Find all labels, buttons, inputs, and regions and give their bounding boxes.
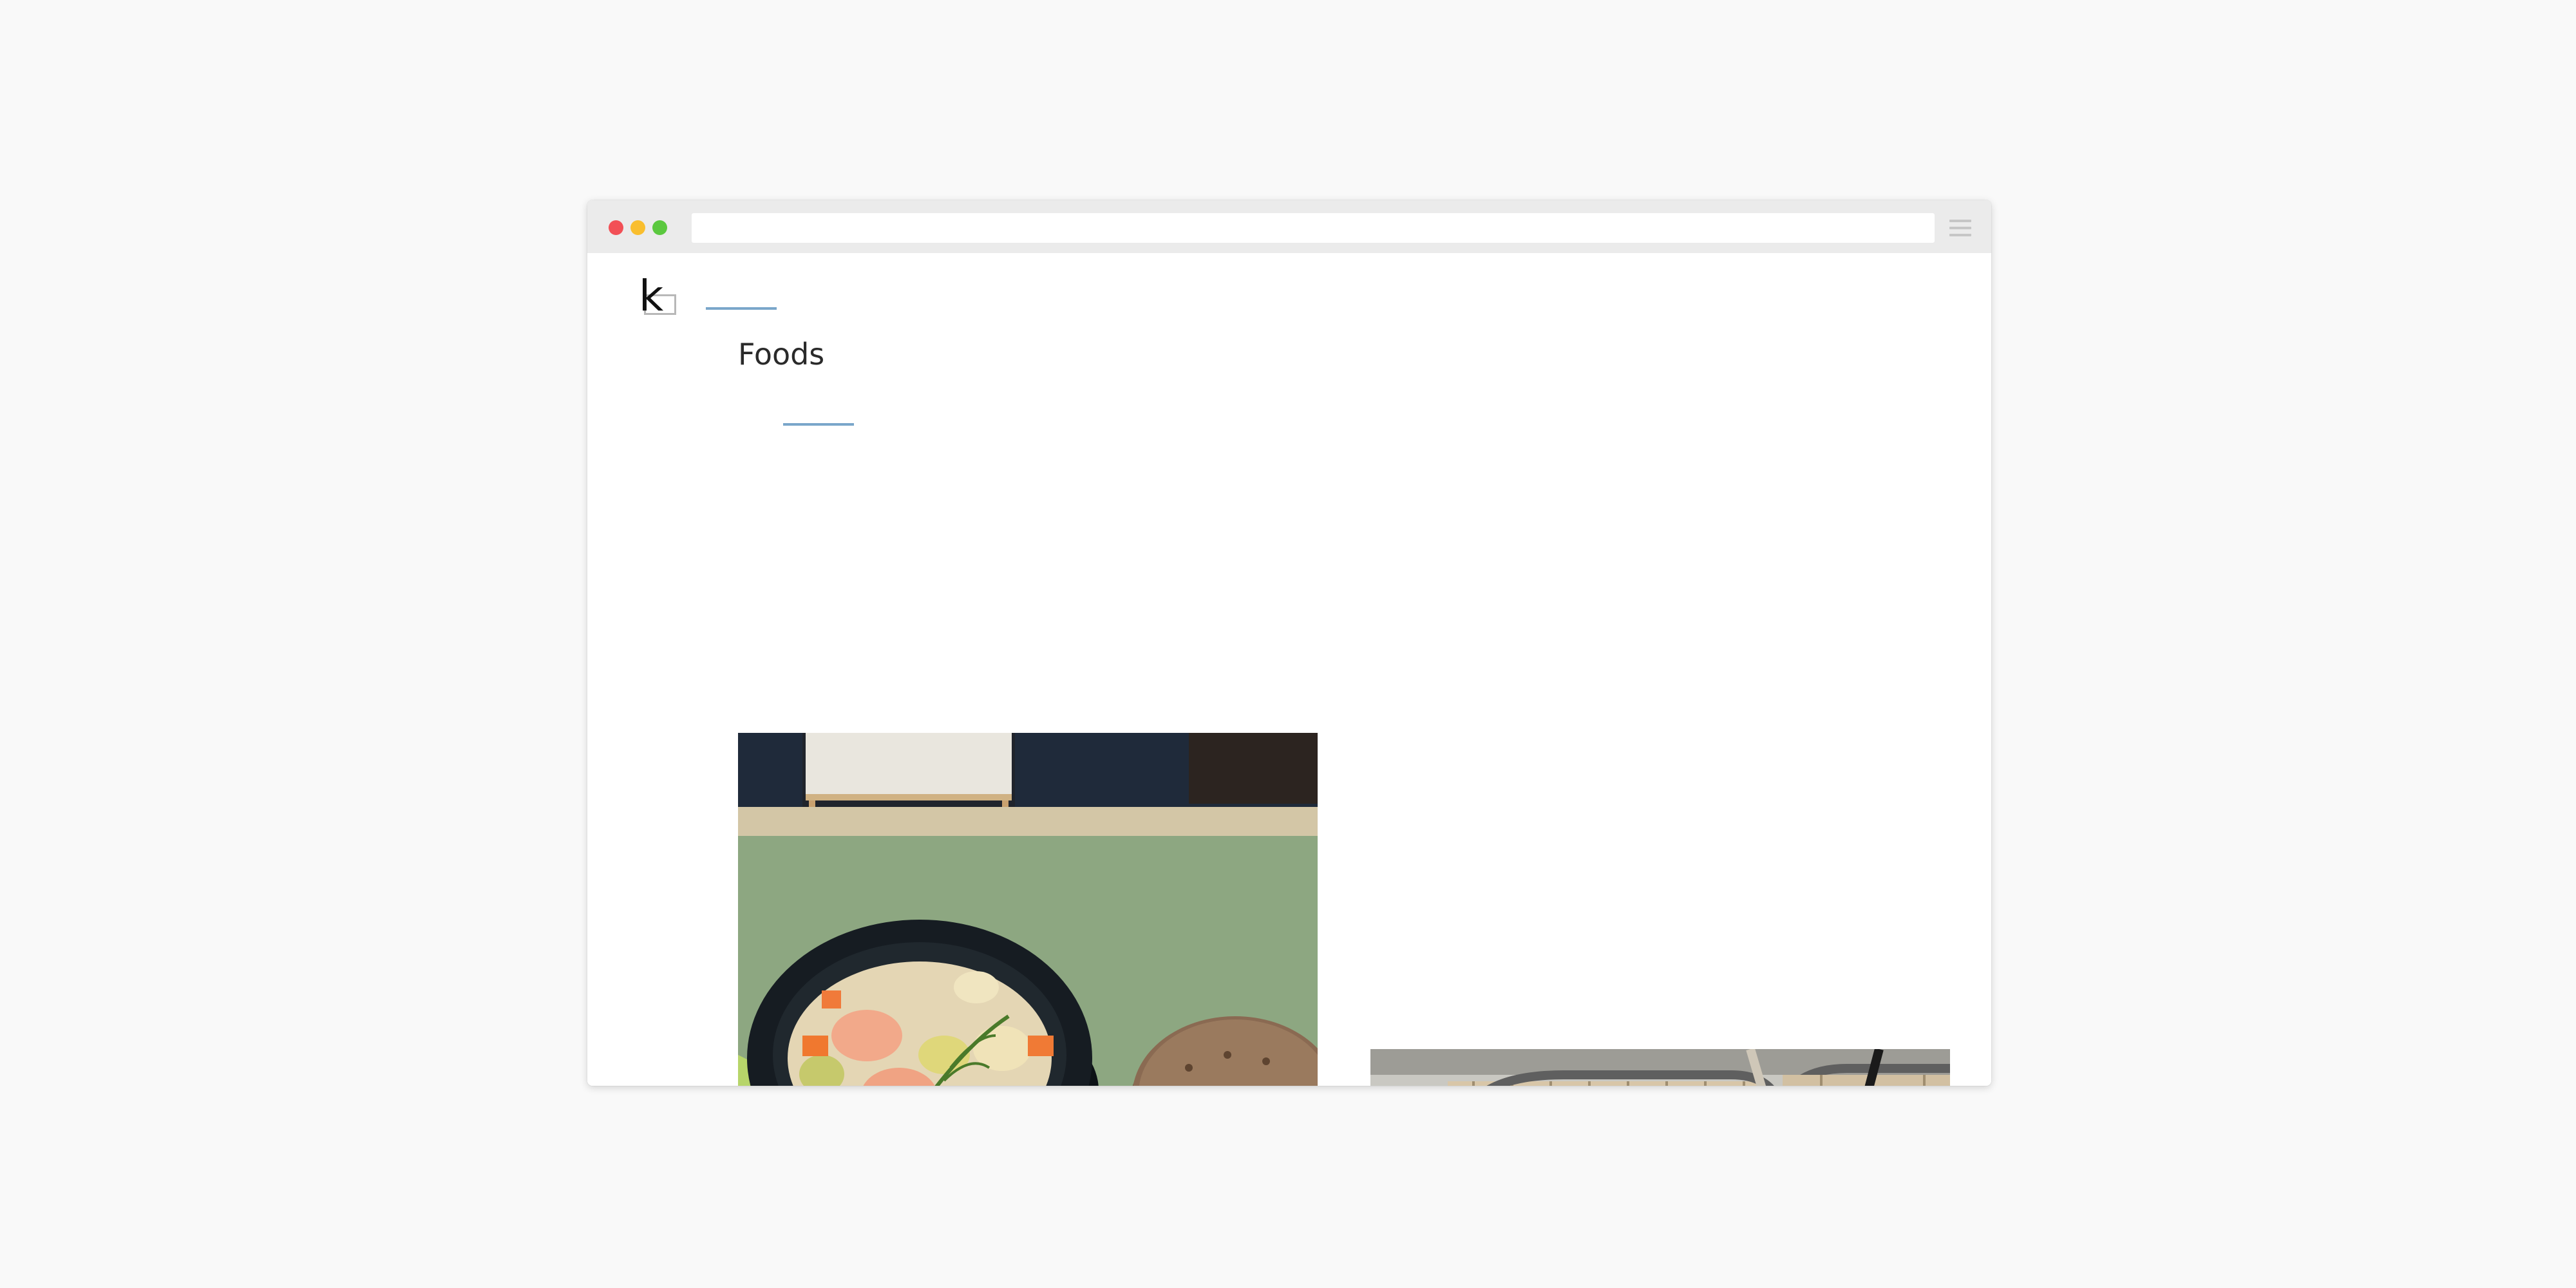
browser-window: k Foods — [587, 200, 1991, 1086]
address-bar[interactable] — [692, 213, 1935, 243]
browser-toolbar — [587, 200, 1991, 253]
maximize-window-button[interactable] — [652, 220, 667, 235]
iced-coffee-photo[interactable] — [1370, 1049, 1950, 1086]
site-logo[interactable]: k — [635, 275, 680, 324]
minimize-window-button[interactable] — [630, 220, 645, 235]
nav-accent-line — [706, 307, 777, 310]
hamburger-menu-icon[interactable] — [1949, 220, 1971, 236]
title-accent-line — [783, 423, 854, 426]
close-window-button[interactable] — [609, 220, 623, 235]
logo-letter: k — [639, 271, 664, 321]
page-title: Foods — [738, 337, 825, 372]
soup-with-bread-photo[interactable] — [738, 733, 1318, 1086]
page-content: k Foods — [587, 253, 1991, 1086]
